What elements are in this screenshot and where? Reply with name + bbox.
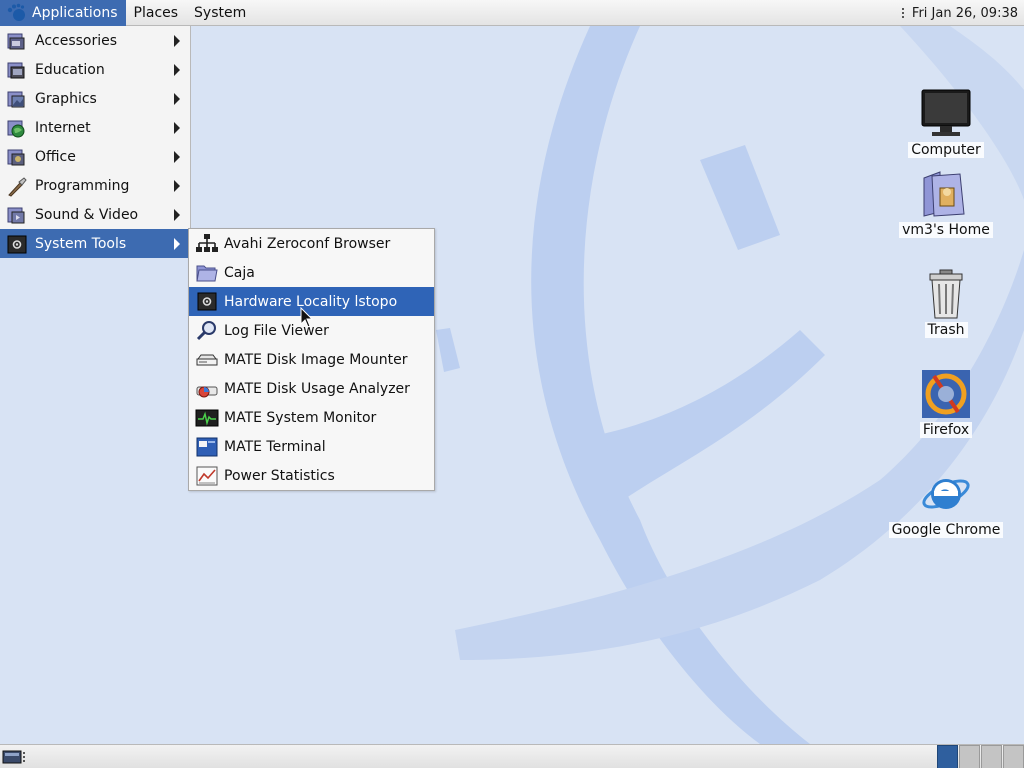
menu-item-sound-video[interactable]: Sound & Video bbox=[0, 200, 190, 229]
panel-grip-icon bbox=[901, 8, 904, 18]
computer-icon bbox=[921, 89, 971, 136]
desktop-icon-label: Firefox bbox=[919, 422, 973, 438]
menu-item-label: MATE Terminal bbox=[224, 438, 326, 455]
submenu-arrow-icon bbox=[174, 238, 180, 250]
programming-icon bbox=[8, 176, 27, 197]
menu-item-mate-terminal[interactable]: MATE Terminal bbox=[189, 432, 434, 461]
sound-video-icon bbox=[7, 207, 25, 223]
menu-item-power-statistics[interactable]: Power Statistics bbox=[189, 461, 434, 490]
workspace-3[interactable] bbox=[981, 745, 1002, 768]
menu-item-label: Programming bbox=[35, 177, 130, 194]
menu-item-label: Caja bbox=[224, 264, 255, 281]
workspace-4[interactable] bbox=[1003, 745, 1024, 768]
system-tools-icon bbox=[7, 235, 27, 253]
internet-icon bbox=[7, 120, 25, 137]
disk-usage-icon bbox=[196, 386, 218, 397]
places-menu-label: Places bbox=[133, 4, 179, 21]
terminal-icon bbox=[196, 437, 218, 456]
show-desktop-icon[interactable] bbox=[2, 749, 26, 765]
applications-menu-button[interactable]: Applications bbox=[0, 0, 126, 26]
menu-item-label: Graphics bbox=[35, 90, 97, 107]
panel-right-area: Fri Jan 26, 09:38 bbox=[901, 0, 1018, 26]
system-menu-label: System bbox=[194, 4, 247, 21]
office-icon bbox=[7, 149, 25, 165]
submenu-arrow-icon bbox=[174, 180, 180, 192]
menu-item-internet[interactable]: Internet bbox=[0, 113, 190, 142]
menu-item-label: MATE System Monitor bbox=[224, 409, 377, 426]
system-menu-button[interactable]: System bbox=[186, 0, 254, 26]
desktop-icon-label: Trash bbox=[924, 322, 968, 338]
menu-item-label: Accessories bbox=[35, 32, 118, 49]
menu-item-label: Avahi Zeroconf Browser bbox=[224, 235, 391, 252]
desktop-icon-google-chrome[interactable]: Google Chrome bbox=[888, 468, 1004, 538]
desktop-icon-label: Computer bbox=[908, 142, 984, 158]
menu-item-label: Education bbox=[35, 61, 105, 78]
submenu-arrow-icon bbox=[174, 93, 180, 105]
menu-item-label: Internet bbox=[35, 119, 91, 136]
desktop-icon-label: vm3's Home bbox=[899, 222, 993, 238]
submenu-arrow-icon bbox=[174, 64, 180, 76]
mate-foot-icon bbox=[7, 3, 25, 21]
menu-item-label: Office bbox=[35, 148, 76, 165]
graphics-icon bbox=[7, 91, 25, 107]
menu-item-mate-system-monitor[interactable]: MATE System Monitor bbox=[189, 403, 434, 432]
menu-item-label: MATE Disk Usage Analyzer bbox=[224, 380, 410, 397]
menu-item-label: MATE Disk Image Mounter bbox=[224, 351, 408, 368]
desktop-icon-home[interactable]: vm3's Home bbox=[891, 168, 1001, 238]
workspace-switcher bbox=[936, 745, 1024, 768]
desktop-icon-label: Google Chrome bbox=[888, 522, 1004, 538]
trash-icon bbox=[929, 269, 963, 319]
menu-item-mate-disk-usage-analyzer[interactable]: MATE Disk Usage Analyzer bbox=[189, 374, 434, 403]
desktop-icon-firefox[interactable]: Firefox bbox=[891, 368, 1001, 438]
gear-icon bbox=[197, 292, 217, 310]
workspace-1[interactable] bbox=[937, 745, 958, 768]
menu-item-office[interactable]: Office bbox=[0, 142, 190, 171]
menu-item-label: Sound & Video bbox=[35, 206, 139, 223]
mouse-cursor-icon bbox=[300, 307, 314, 328]
firefox-icon bbox=[922, 370, 970, 418]
menu-item-mate-disk-image-mounter[interactable]: MATE Disk Image Mounter bbox=[189, 345, 434, 374]
submenu-arrow-icon bbox=[174, 35, 180, 47]
submenu-arrow-icon bbox=[174, 122, 180, 134]
top-panel: Applications Places System Fri Jan 26, 0… bbox=[0, 0, 1024, 26]
system-tools-submenu: Avahi Zeroconf Browser Caja Hardware Loc… bbox=[188, 228, 435, 491]
applications-menu: Accessories Education Graphics Internet bbox=[0, 26, 191, 258]
accessories-icon bbox=[7, 33, 25, 49]
menu-item-label: System Tools bbox=[35, 235, 127, 252]
power-statistics-icon bbox=[196, 466, 218, 485]
magnifier-icon bbox=[196, 320, 216, 340]
disk-drive-icon bbox=[196, 354, 218, 365]
desktop-icon-computer[interactable]: Computer bbox=[891, 88, 1001, 158]
menu-item-programming[interactable]: Programming bbox=[0, 171, 190, 200]
education-icon bbox=[7, 62, 25, 78]
folder-icon bbox=[196, 265, 218, 281]
home-folder-icon bbox=[923, 171, 965, 217]
workspace-2[interactable] bbox=[959, 745, 980, 768]
chrome-icon bbox=[922, 479, 970, 509]
bottom-panel bbox=[0, 744, 1024, 768]
menu-item-label: Power Statistics bbox=[224, 467, 335, 484]
clock[interactable]: Fri Jan 26, 09:38 bbox=[912, 6, 1018, 21]
menu-item-accessories[interactable]: Accessories bbox=[0, 26, 190, 55]
desktop-icon-trash[interactable]: Trash bbox=[891, 268, 1001, 338]
menu-item-avahi-zeroconf-browser[interactable]: Avahi Zeroconf Browser bbox=[189, 229, 434, 258]
network-icon bbox=[196, 233, 218, 252]
applications-menu-label: Applications bbox=[32, 4, 118, 21]
menu-item-education[interactable]: Education bbox=[0, 55, 190, 84]
menu-item-system-tools[interactable]: System Tools bbox=[0, 229, 190, 258]
system-monitor-icon bbox=[195, 409, 219, 426]
menu-item-caja[interactable]: Caja bbox=[189, 258, 434, 287]
submenu-arrow-icon bbox=[174, 151, 180, 163]
menu-item-graphics[interactable]: Graphics bbox=[0, 84, 190, 113]
places-menu-button[interactable]: Places bbox=[126, 0, 187, 26]
submenu-arrow-icon bbox=[174, 209, 180, 221]
